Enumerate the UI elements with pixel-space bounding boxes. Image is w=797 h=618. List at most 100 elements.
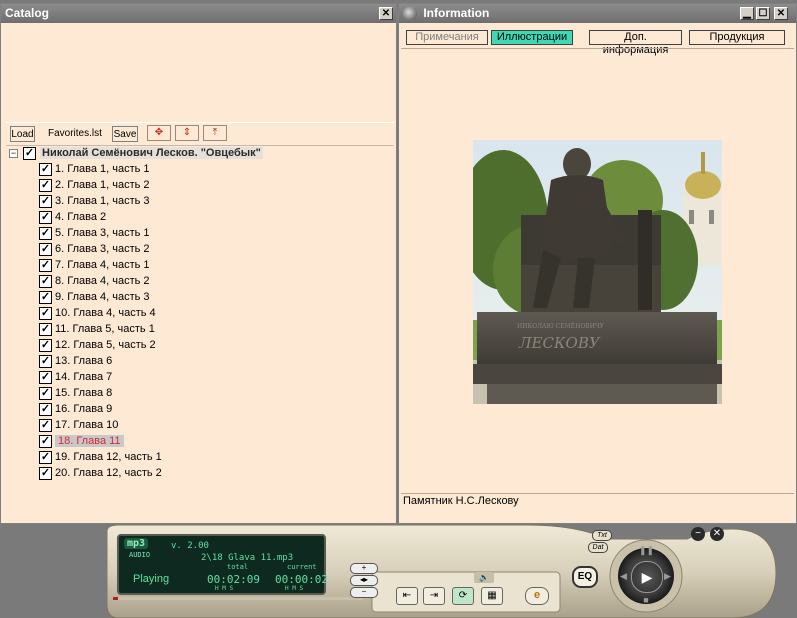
hms-label-current: H M S: [285, 585, 304, 592]
mp3-logo: mp3: [124, 538, 149, 549]
playlist-item-label: 13. Глава 6: [55, 355, 113, 367]
playlist-item-label: 15. Глава 8: [55, 387, 113, 399]
minimize-icon[interactable]: ▁: [740, 7, 754, 20]
playlist-button[interactable]: ▦: [481, 587, 503, 605]
playlist-item-label: 5. Глава 3, часть 1: [55, 227, 150, 239]
catalog-window: Catalog ✕ Load Favorites.lst Save ✥ ⇕ ⤒ …: [0, 3, 397, 524]
playlist-item-label: 12. Глава 5, часть 2: [55, 339, 156, 351]
play-button[interactable]: ▶: [631, 561, 663, 593]
item-checkbox[interactable]: ✓: [39, 419, 52, 432]
catalog-title: Catalog: [5, 6, 50, 20]
playlist-item-label: 20. Глава 12, часть 2: [55, 467, 162, 479]
playlist-item-label: 18. Глава 11: [55, 435, 124, 447]
pause-icon[interactable]: ❚❚: [639, 545, 654, 555]
tab-products[interactable]: Продукция: [689, 30, 785, 45]
minimize-player-icon[interactable]: −: [691, 527, 705, 541]
item-checkbox[interactable]: ✓: [39, 275, 52, 288]
item-checkbox[interactable]: ✓: [39, 163, 52, 176]
playlist-item-label: 8. Глава 4, часть 2: [55, 275, 150, 287]
dat-button[interactable]: Dat: [588, 542, 608, 553]
item-checkbox[interactable]: ✓: [39, 371, 52, 384]
collapse-icon[interactable]: −: [9, 149, 18, 158]
seek-fill: [113, 597, 118, 600]
app-icon: [403, 7, 417, 21]
tab-illustrations[interactable]: Иллюстрации: [491, 30, 573, 45]
information-window: Information ▁ ☐ ✕ Примечания Иллюстрации…: [398, 3, 797, 524]
close-player-icon[interactable]: ✕: [710, 527, 724, 541]
save-button[interactable]: Save: [112, 126, 138, 142]
stop-icon[interactable]: ■: [640, 595, 652, 605]
playlist-item-label: 10. Глава 4, часть 4: [55, 307, 156, 319]
item-checkbox[interactable]: ✓: [39, 259, 52, 272]
information-titlebar[interactable]: Information ▁ ☐ ✕: [399, 4, 796, 23]
load-button[interactable]: Load: [10, 126, 35, 142]
play-status: Playing: [133, 573, 170, 585]
item-checkbox[interactable]: ✓: [39, 435, 52, 448]
forward-icon[interactable]: ▶: [664, 570, 674, 582]
playlist-item-label: 17. Глава 10: [55, 419, 119, 431]
playlist-item-label: 2. Глава 1, часть 2: [55, 179, 150, 191]
hms-label-total: H M S: [215, 585, 234, 592]
track-name: 2\18 Glava 11.mp3: [201, 553, 294, 563]
item-checkbox[interactable]: ✓: [39, 211, 52, 224]
move-to-edges-icon[interactable]: ⤒: [203, 125, 227, 141]
root-label: Николай Семёнович Лесков. "Овцебык": [40, 147, 263, 159]
catalog-titlebar[interactable]: Catalog ✕: [1, 4, 396, 23]
current-label: current: [287, 563, 317, 571]
illustration-caption: Памятник Н.С.Лескову: [403, 495, 519, 507]
item-checkbox[interactable]: ✓: [39, 227, 52, 240]
next-button[interactable]: ⇥: [423, 587, 445, 605]
browser-icon[interactable]: e: [525, 587, 549, 605]
playlist-item-label: 16. Глава 9: [55, 403, 113, 415]
inscription: ЛЕСКОВУ: [518, 334, 601, 352]
playlist-item-label: 19. Глава 12, часть 1: [55, 451, 162, 463]
move-up-down-icon[interactable]: ⇕: [175, 125, 199, 141]
item-checkbox[interactable]: ✓: [39, 179, 52, 192]
catalog-toolbar: Load Favorites.lst Save ✥ ⇕ ⤒: [6, 122, 394, 146]
prev-button[interactable]: ⇤: [396, 587, 418, 605]
tab-extra-info[interactable]: Доп. информация: [589, 30, 682, 56]
item-checkbox[interactable]: ✓: [39, 195, 52, 208]
playlist-item-label: 9. Глава 4, часть 3: [55, 291, 150, 303]
information-title: Information: [423, 6, 490, 20]
tab-notes[interactable]: Примечания: [406, 30, 488, 45]
version-label: v. 2.00: [171, 541, 209, 551]
playlist-item-label: 1. Глава 1, часть 1: [55, 163, 150, 175]
player-display: mp3 AUDIO v. 2.00 2\18 Glava 11.mp3 tota…: [117, 534, 328, 595]
item-checkbox[interactable]: ✓: [39, 355, 52, 368]
item-checkbox[interactable]: ✓: [39, 451, 52, 464]
rewind-icon[interactable]: ◀: [620, 570, 630, 582]
audio-player: mp3 AUDIO v. 2.00 2\18 Glava 11.mp3 tota…: [107, 525, 776, 618]
volume-up-button[interactable]: +: [350, 563, 378, 574]
item-checkbox[interactable]: ✓: [39, 307, 52, 320]
close-icon[interactable]: ✕: [774, 7, 788, 20]
move-all-icon[interactable]: ✥: [147, 125, 171, 141]
total-label: total: [227, 563, 249, 571]
item-checkbox[interactable]: ✓: [39, 387, 52, 400]
seek-bar[interactable]: [113, 597, 363, 600]
playlist-item-label: 3. Глава 1, часть 3: [55, 195, 150, 207]
item-checkbox[interactable]: ✓: [39, 339, 52, 352]
close-icon[interactable]: ✕: [379, 7, 393, 20]
playlist-item-label: 11. Глава 5, часть 1: [55, 323, 155, 335]
root-checkbox[interactable]: ✓: [23, 147, 36, 160]
playlist-filename: Favorites.lst: [48, 128, 102, 139]
balance-button[interactable]: ◂▸: [350, 575, 378, 586]
monument-photo: НИКОЛАЮ СЕМЁНОВИЧУ ЛЕСКОВУ: [473, 140, 722, 404]
playlist-item-label: 4. Глава 2: [55, 211, 107, 223]
audio-logo: AUDIO: [129, 551, 151, 559]
repeat-button[interactable]: ⟳: [452, 587, 474, 605]
txt-button[interactable]: Txt: [592, 530, 612, 541]
item-checkbox[interactable]: ✓: [39, 323, 52, 336]
item-checkbox[interactable]: ✓: [39, 403, 52, 416]
item-checkbox[interactable]: ✓: [39, 467, 52, 480]
illustration-caption-box: Памятник Н.С.Лескову: [401, 493, 794, 524]
playlist-item-label: 6. Глава 3, часть 2: [55, 243, 150, 255]
tab-divider: [401, 48, 794, 49]
playlist-item-label: 7. Глава 4, часть 1: [55, 259, 150, 271]
item-checkbox[interactable]: ✓: [39, 291, 52, 304]
item-checkbox[interactable]: ✓: [39, 243, 52, 256]
eq-button[interactable]: EQ: [572, 566, 598, 588]
maximize-icon[interactable]: ☐: [756, 7, 770, 20]
mute-icon[interactable]: 🔈: [474, 572, 494, 583]
